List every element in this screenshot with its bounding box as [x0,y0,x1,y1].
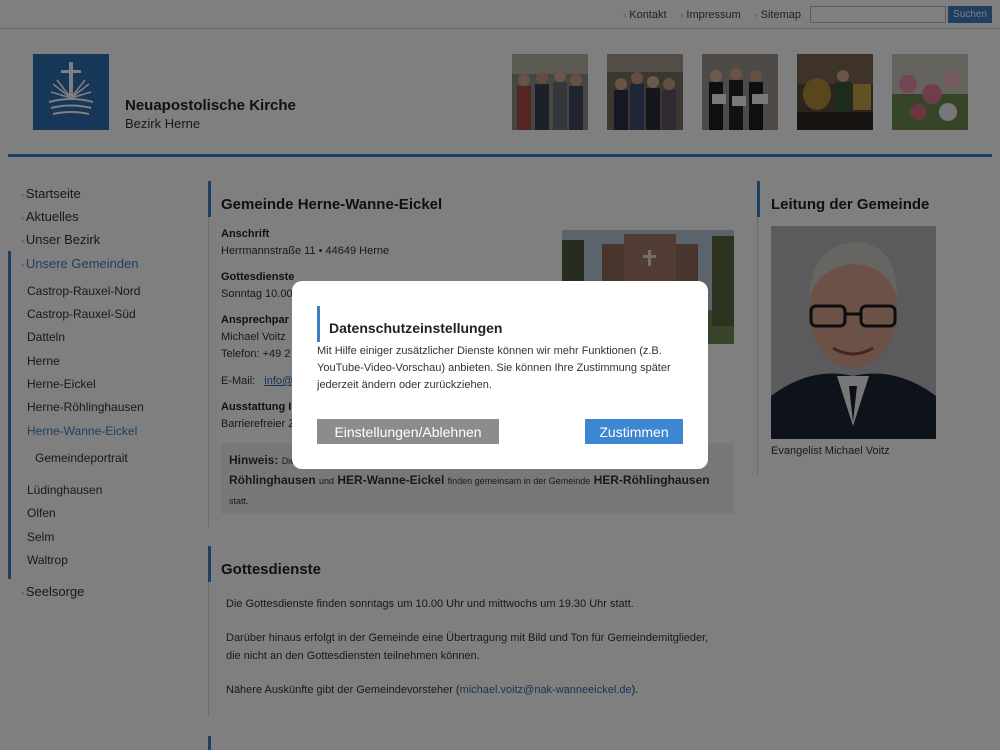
accept-button[interactable]: Zustimmen [585,419,683,444]
settings-decline-button[interactable]: Einstellungen/Ablehnen [317,419,499,444]
dialog-accent-bar [317,306,320,342]
dialog-text: Mit Hilfe einiger zusätzlicher Dienste k… [317,345,671,391]
privacy-dialog: Datenschutzeinstellungen Mit Hilfe einig… [292,281,708,469]
dialog-title: Datenschutzeinstellungen [329,320,503,336]
